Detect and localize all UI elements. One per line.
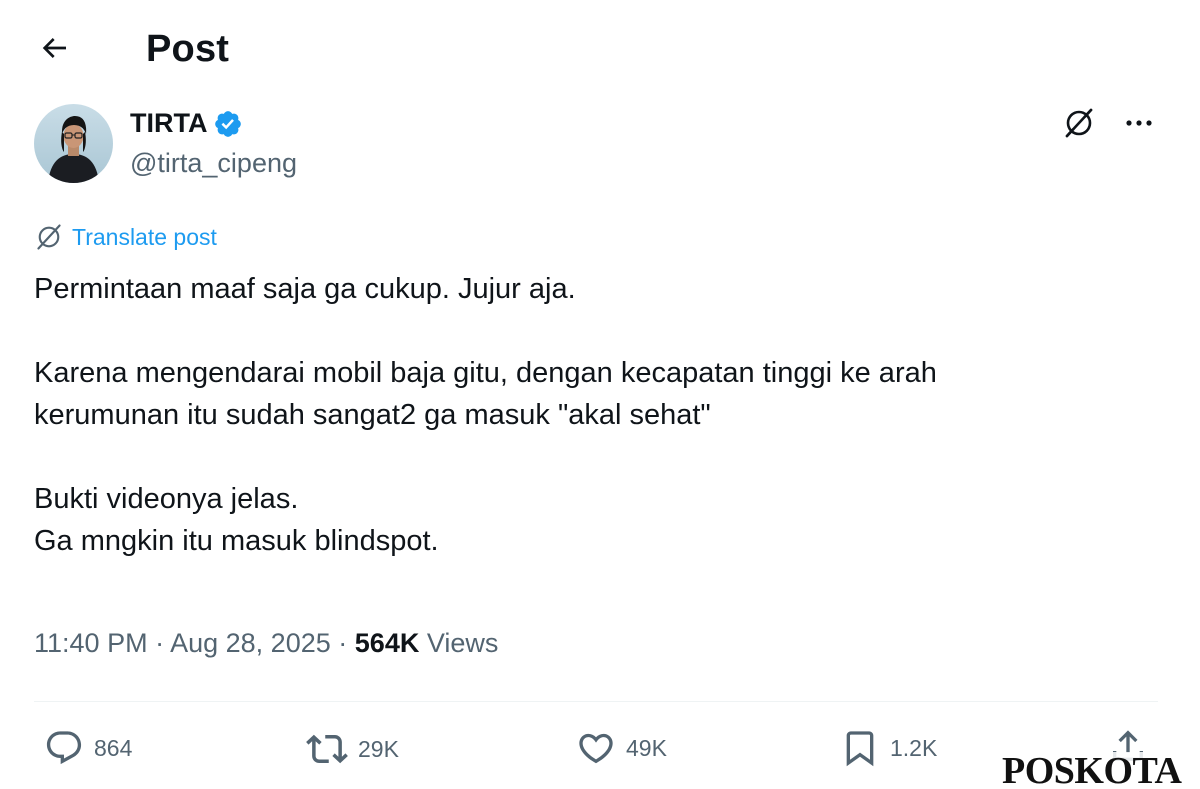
heart-icon [579,733,613,764]
reply-count: 864 [94,734,133,761]
meta-separator: · [155,628,171,658]
verified-badge-icon[interactable] [213,109,243,139]
like-button[interactable]: 49K [576,728,667,768]
post-text: Permintaan maaf saja ga cukup. Jujur aja… [34,268,1154,562]
poskota-watermark: POSKOTA [998,752,1186,789]
back-button[interactable] [36,30,72,66]
post-header: Post [0,0,1200,100]
reply-icon [46,731,82,765]
views-count: 564K [354,628,420,658]
more-options-button[interactable] [1122,106,1156,140]
post-page: Post TIRTA @tirta_cipeng Translate post … [0,0,1200,789]
repost-icon [306,734,348,764]
translate-label: Translate post [72,223,217,250]
bookmark-count: 1.2K [890,734,938,761]
views-label: Views [426,628,499,658]
post-line: Permintaan maaf saja ga cukup. Jujur aja… [34,273,576,305]
post-time[interactable]: 11:40 PM [34,628,148,658]
repost-count: 29K [358,735,399,762]
more-dots-icon [1126,120,1152,126]
post-date[interactable]: Aug 28, 2025 [170,628,331,658]
post-line: Bukti videonya jelas. [34,483,299,515]
author-name[interactable]: TIRTA [130,108,207,139]
grok-translate-icon [37,224,61,250]
translate-post-link[interactable]: Translate post [34,222,217,252]
page-title: Post [146,28,230,70]
post-line: Ga mngkin itu masuk blindspot. [34,525,439,557]
post-line: Karena mengendarai mobil baja gitu, deng… [34,357,937,389]
bookmark-icon [846,731,874,767]
like-count: 49K [626,734,667,761]
reply-button[interactable]: 864 [44,728,132,768]
avatar[interactable] [34,104,113,183]
author-handle[interactable]: @tirta_cipeng [130,148,297,179]
arrow-left-icon [42,38,66,58]
avatar-image [34,104,113,183]
grok-button[interactable] [1062,106,1096,140]
post-line: kerumunan itu sudah sangat2 ga masuk "ak… [34,399,711,431]
repost-button[interactable]: 29K [306,728,399,770]
meta-separator: · [338,628,355,658]
post-top-actions [1062,106,1156,140]
post-meta: 11:40 PM · Aug 28, 2025 · 564K Views [34,628,498,659]
author-name-row: TIRTA [130,108,243,139]
divider [34,701,1158,702]
grok-icon [1065,108,1093,138]
bookmark-button[interactable]: 1.2K [840,728,937,768]
